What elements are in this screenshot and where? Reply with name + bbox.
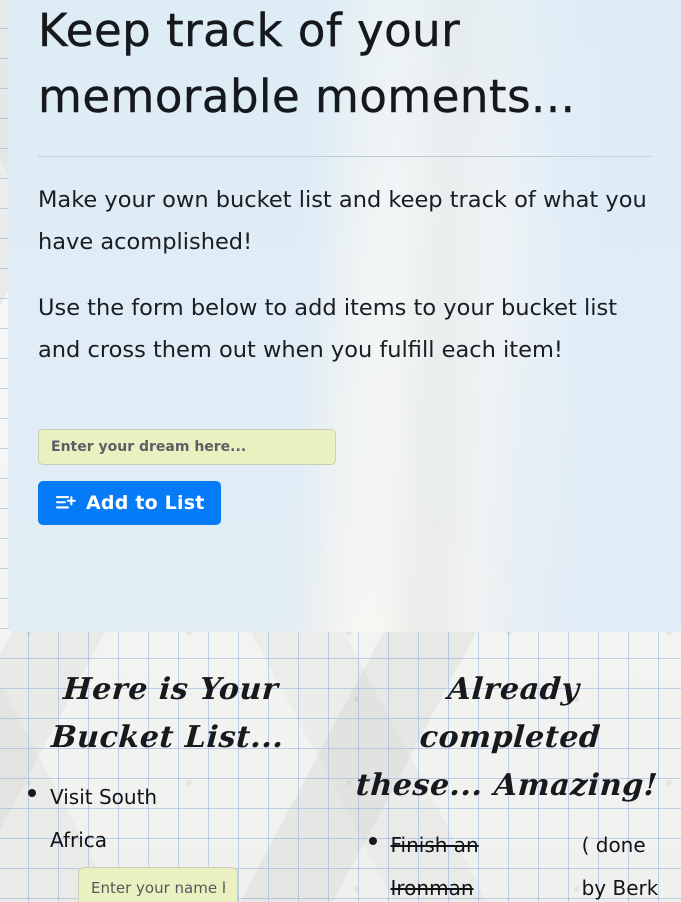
lists-section: Here is Your Bucket List... Visit South … bbox=[0, 636, 681, 902]
done-by-label: ( done by Berk ) bbox=[581, 833, 659, 900]
hero-lead-paragraph-2: Use the form below to add items to your … bbox=[38, 295, 618, 363]
pending-list: Visit South Africa cross off bbox=[14, 776, 327, 902]
list-item-text: Finish an Ironman Triathlon bbox=[390, 833, 479, 900]
pending-list-column: Here is Your Bucket List... Visit South … bbox=[0, 636, 341, 902]
list-plus-icon bbox=[55, 493, 77, 513]
completed-list: Finish an Ironman Triathlon ( done by Be… bbox=[355, 824, 668, 902]
add-to-list-button[interactable]: Add to List bbox=[38, 481, 222, 525]
hero-jumbotron: Keep track of your memorable moments... … bbox=[8, 0, 681, 632]
name-input[interactable] bbox=[78, 867, 238, 902]
completed-list-title: Already completed these... Amazing! bbox=[354, 672, 659, 803]
list-item: Visit South Africa cross off bbox=[14, 776, 327, 902]
pending-list-title: Here is Your Bucket List... bbox=[50, 672, 286, 755]
page-root: Keep track of your memorable moments... … bbox=[0, 0, 681, 902]
hero-divider bbox=[38, 156, 651, 157]
list-item-text: Visit South Africa bbox=[50, 785, 158, 852]
list-item: Finish an Ironman Triathlon ( done by Be… bbox=[355, 824, 668, 902]
add-to-list-label: Add to List bbox=[86, 492, 205, 514]
add-item-form: Add to List bbox=[38, 429, 651, 525]
dream-input[interactable] bbox=[38, 429, 336, 465]
page-title: Keep track of your memorable moments... bbox=[38, 4, 576, 123]
completed-list-column: Already completed these... Amazing! Fini… bbox=[341, 636, 681, 902]
hero-lead-paragraph-1: Make your own bucket list and keep track… bbox=[38, 187, 647, 255]
